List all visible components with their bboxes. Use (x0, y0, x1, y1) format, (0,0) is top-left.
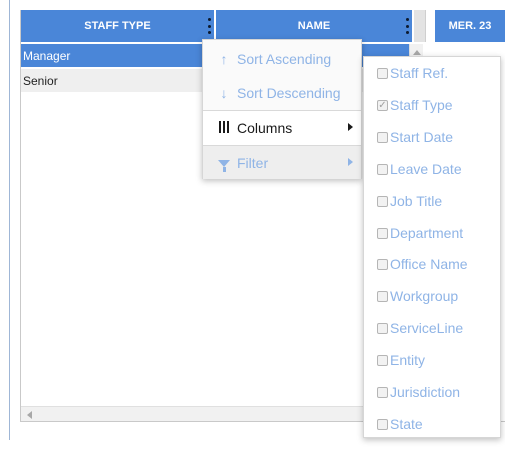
column-toggle-staff-type[interactable]: ✓ Staff Type (377, 94, 453, 116)
column-toggle-start-date[interactable]: Start Date (377, 126, 453, 148)
column-toggle-leave-date[interactable]: Leave Date (377, 158, 462, 180)
column-toggle-label: Entity (390, 352, 426, 368)
column-toggle-label: Start Date (390, 129, 454, 145)
column-toggle-staff-ref[interactable]: Staff Ref. (377, 62, 448, 84)
column-toggle-job-title[interactable]: Job Title (377, 190, 442, 212)
column-toggle-jurisdiction[interactable]: Jurisdiction (377, 381, 460, 403)
checkbox[interactable] (377, 258, 388, 270)
column-toggle-state[interactable]: State (377, 413, 423, 435)
checkbox[interactable] (377, 418, 388, 430)
cell-staff-type: Manager (23, 48, 71, 63)
panel-left-border (9, 0, 10, 440)
menu-item-label: Sort Ascending (237, 51, 332, 67)
column-header-spacer (414, 10, 426, 42)
checkbox[interactable] (377, 227, 388, 239)
checkbox[interactable] (377, 163, 388, 175)
columns-item[interactable]: Columns (203, 111, 361, 145)
column-toggle-entity[interactable]: Entity (377, 349, 425, 371)
column-header-label: MER. 23 (448, 20, 492, 32)
column-toggle-office-name[interactable]: Office Name (377, 253, 468, 275)
column-toggle-label: Staff Ref. (390, 65, 449, 81)
column-toggle-workgroup[interactable]: Workgroup (377, 285, 458, 307)
filter-item[interactable]: Filter (203, 146, 361, 179)
column-header-staff-type[interactable]: STAFF TYPE (21, 10, 215, 42)
column-toggle-label: ServiceLine (390, 320, 464, 336)
sort-ascending-item[interactable]: ↑ Sort Ascending (203, 42, 361, 76)
checkbox[interactable] (377, 290, 388, 302)
column-toggle-label: Staff Type (390, 97, 453, 113)
arrow-down-icon: ↓ (220, 85, 228, 101)
menu-item-label: Columns (237, 120, 293, 136)
columns-submenu: Staff Ref. ✓ Staff Type Start Date Leave… (363, 56, 501, 438)
menu-item-label: Filter (237, 154, 269, 171)
column-toggle-label: State (390, 416, 423, 432)
column-header-label: NAME (297, 20, 331, 32)
cell-staff-type: Senior (23, 73, 58, 88)
kebab-menu-icon[interactable] (207, 18, 211, 34)
grid-header: STAFF TYPE NAME MER. 23 (21, 10, 505, 42)
checkbox-checked[interactable]: ✓ (377, 99, 388, 111)
column-toggle-label: Leave Date (390, 161, 462, 177)
column-context-menu: ↑ Sort Ascending ↓ Sort Descending Colum… (202, 39, 362, 179)
column-toggle-label: Office Name (390, 256, 468, 272)
checkbox[interactable] (377, 131, 388, 143)
column-toggle-label: Workgroup (390, 288, 459, 304)
scroll-left-icon[interactable] (27, 411, 32, 419)
checkbox[interactable] (377, 195, 388, 207)
menu-item-label: Sort Descending (237, 85, 341, 101)
funnel-icon (217, 154, 231, 172)
checkbox[interactable] (377, 354, 388, 366)
column-toggle-serviceline[interactable]: ServiceLine (377, 317, 463, 339)
scroll-up-icon[interactable] (413, 50, 421, 55)
kebab-menu-icon[interactable] (405, 18, 409, 34)
arrow-up-icon: ↑ (220, 51, 228, 67)
checkbox[interactable] (377, 322, 388, 334)
columns-icon (217, 120, 231, 136)
column-toggle-department[interactable]: Department (377, 222, 463, 244)
column-header-mer-23[interactable]: MER. 23 (435, 10, 505, 42)
checkbox[interactable] (377, 67, 388, 79)
column-toggle-label: Jurisdiction (390, 384, 461, 400)
column-header-label: STAFF TYPE (84, 20, 151, 32)
horizontal-scrollbar[interactable] (21, 406, 409, 421)
chevron-right-icon (348, 158, 353, 166)
column-toggle-label: Department (390, 225, 464, 241)
checkbox[interactable] (377, 386, 388, 398)
chevron-right-icon (348, 123, 353, 131)
column-header-name[interactable]: NAME (216, 10, 413, 42)
sort-descending-item[interactable]: ↓ Sort Descending (203, 76, 361, 110)
column-toggle-label: Job Title (390, 193, 443, 209)
